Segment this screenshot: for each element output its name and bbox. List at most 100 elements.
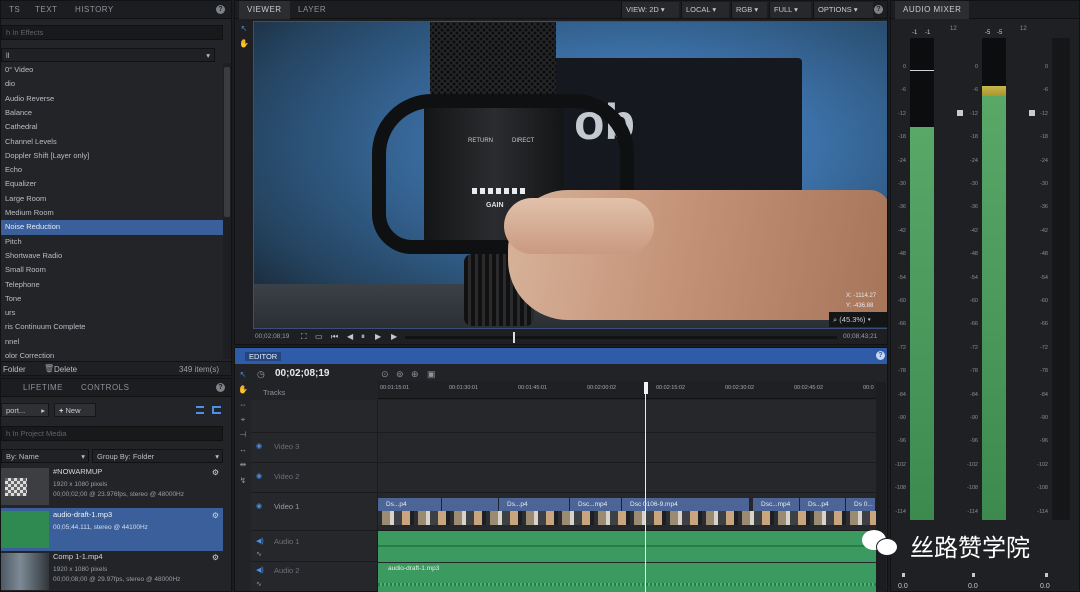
effect-item[interactable]: dio [1, 77, 223, 91]
effect-item[interactable]: Pitch [1, 235, 223, 249]
resolution-select[interactable]: FULL ▾ [769, 2, 811, 18]
eye-icon[interactable]: ◉ [256, 502, 262, 510]
help-icon[interactable]: ? [216, 5, 225, 14]
speaker-icon[interactable]: ◀) [256, 537, 264, 545]
tab-controls[interactable]: CONTROLS [73, 379, 137, 397]
list-view-icon[interactable] [196, 406, 204, 414]
hand-tool-icon[interactable]: ✋ [236, 383, 250, 397]
gear-icon[interactable]: ⚙ [212, 468, 219, 477]
effects-search-input[interactable]: h In Effects [1, 25, 223, 40]
audio-clip[interactable] [378, 531, 876, 562]
effect-item[interactable]: Medium Room [1, 206, 223, 220]
rgb-select[interactable]: RGB ▾ [731, 2, 767, 18]
media-item[interactable]: #NOWARMUP 1920 x 1080 pixels 00;00;02;00… [1, 465, 223, 508]
folder-button[interactable]: Folder [3, 365, 26, 374]
eye-icon[interactable]: ◉ [256, 472, 262, 480]
new-button[interactable]: + New [54, 403, 96, 417]
effect-item[interactable]: nnel [1, 335, 223, 349]
waveform-icon[interactable]: ∿ [256, 550, 262, 558]
slip-tool-icon[interactable]: ⇔ [236, 398, 250, 412]
effect-item[interactable]: Echo [1, 163, 223, 177]
video-clip[interactable]: Dsc...mp4 [570, 498, 622, 511]
skip-back-icon[interactable]: ⏮ [331, 332, 338, 342]
effect-item[interactable]: Tone [1, 292, 223, 306]
effect-item[interactable]: Shortwave Radio [1, 249, 223, 263]
mixer-slider-marker[interactable] [972, 573, 975, 577]
gear-icon[interactable]: ⚙ [212, 511, 219, 520]
editor-timecode[interactable]: 00;02;08;19 [275, 368, 329, 379]
snap-tool-icon[interactable]: ↯ [236, 474, 250, 488]
effect-item[interactable]: Noise Reduction [1, 220, 223, 235]
video-frame[interactable]: ob RETURN DIRECT GAIN X: -1114.27 Y: -43… [253, 21, 887, 329]
keyframe-icon[interactable]: ⊕ [411, 369, 419, 380]
play-icon[interactable]: ▶ [391, 332, 397, 341]
waveform-icon[interactable]: ∿ [256, 580, 262, 588]
effect-item[interactable]: urs [1, 306, 223, 320]
audio-clip[interactable]: audio-draft-1.mp3 [378, 563, 876, 592]
marker-icon[interactable]: ⊚ [396, 369, 404, 380]
view-mode-select[interactable]: VIEW: 2D ▾ [621, 2, 679, 18]
eye-icon[interactable]: ◉ [256, 442, 262, 450]
help-icon[interactable]: ? [216, 383, 225, 392]
camera-icon[interactable]: ▣ [427, 369, 436, 380]
delete-button[interactable]: Delete [54, 365, 77, 374]
import-button[interactable]: port... ▸ [1, 403, 49, 417]
tab-text[interactable]: TEXT [27, 1, 65, 19]
media-item[interactable]: Comp 1-1.mp4 1920 x 1080 pixels 00;00;08… [1, 550, 223, 591]
next-frame-icon[interactable]: ▶ [375, 332, 381, 341]
effect-item[interactable]: Doppler Shift [Layer only] [1, 149, 223, 163]
group-select[interactable]: Group By: Folder ▾ [92, 449, 223, 463]
speaker-icon[interactable]: ◀) [256, 566, 264, 574]
tab-layer[interactable]: LAYER [290, 1, 334, 19]
options-menu[interactable]: OPTIONS ▾ [813, 2, 873, 18]
zoom-control[interactable]: ⌕ (45.3%) ▾ [829, 312, 887, 327]
tab-history[interactable]: HISTORY [67, 1, 122, 19]
loop-icon[interactable]: ⛶ [301, 332, 307, 342]
effects-scrollbar[interactable] [223, 63, 231, 359]
media-item[interactable]: audio-draft-1.mp3 00;05;44.111, stereo @… [1, 508, 223, 551]
razor-tool-icon[interactable]: ⊣ [236, 428, 250, 442]
grid-view-icon[interactable] [212, 406, 221, 414]
effects-scroll-thumb[interactable] [224, 67, 230, 217]
effect-item[interactable]: Telephone [1, 278, 223, 292]
play-pause-icon[interactable]: ⏸ [361, 332, 365, 342]
rate-tool-icon[interactable]: ⇹ [236, 458, 250, 472]
hand-tool-icon[interactable]: ✋ [237, 37, 251, 51]
scrub-handle[interactable] [513, 332, 515, 343]
tab-audio-mixer[interactable]: AUDIO MIXER [895, 1, 970, 19]
gear-icon[interactable]: ⚙ [212, 553, 219, 562]
tab-lifetime[interactable]: LIFETIME [15, 379, 71, 397]
help-icon[interactable]: ? [874, 5, 883, 14]
mixer-slider-marker[interactable] [1045, 573, 1048, 577]
mixer-slider-marker[interactable] [902, 573, 905, 577]
select-tool-icon[interactable]: ↖ [237, 22, 251, 36]
slice-tool-icon[interactable]: ⌖ [236, 413, 250, 427]
video-clip[interactable]: Dsc...mp4 [753, 498, 800, 511]
help-icon[interactable]: ? [876, 351, 885, 360]
effect-item[interactable]: ris Continuum Complete [1, 320, 223, 334]
video-clip[interactable]: Dsc 0106-9.mp4 [622, 498, 750, 511]
playhead[interactable] [644, 382, 648, 394]
effects-category-select[interactable]: ll ▾ [1, 48, 215, 62]
video-clip[interactable] [442, 498, 499, 511]
effect-item[interactable]: Equalizer [1, 177, 223, 191]
effect-item[interactable]: Audio Reverse [1, 92, 223, 106]
media-search-input[interactable]: h In Project Media [1, 426, 223, 441]
effect-item[interactable]: Balance [1, 106, 223, 120]
snap-icon[interactable]: ⊙ [381, 369, 389, 380]
video-clip[interactable]: Ds...p4 [499, 498, 570, 511]
tab-viewer[interactable]: VIEWER [239, 1, 290, 19]
frame-icon[interactable]: ▭ [315, 332, 323, 341]
effect-item[interactable]: Large Room [1, 192, 223, 206]
effect-item[interactable]: Small Room [1, 263, 223, 277]
video-clip[interactable]: Ds 0... [846, 498, 876, 511]
local-select[interactable]: LOCAL ▾ [681, 2, 729, 18]
scrub-bar[interactable] [405, 332, 837, 343]
sort-select[interactable]: By: Name ▾ [1, 449, 89, 463]
video-clip[interactable]: Ds...p4 [800, 498, 846, 511]
effect-item[interactable]: 0° Video [1, 63, 223, 77]
select-tool-icon[interactable]: ↖ [236, 368, 250, 382]
effect-item[interactable]: Channel Levels [1, 135, 223, 149]
effect-item[interactable]: Cathedral [1, 120, 223, 134]
prev-frame-icon[interactable]: ◀ [347, 332, 353, 341]
